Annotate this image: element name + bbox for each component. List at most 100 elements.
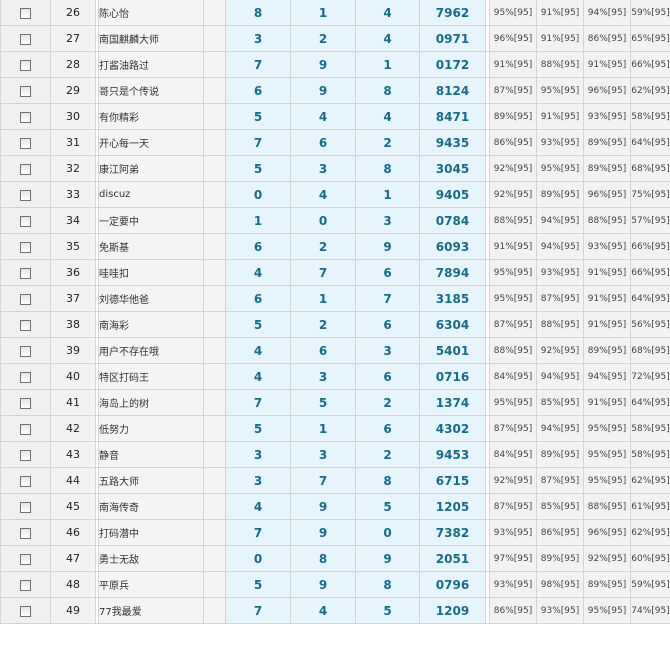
digit-cell: 2 <box>355 129 420 156</box>
table-row: 33 discuz 0 4 1 9405 92%[95] 89%[95] 96%[95] 75%[… <box>0 181 670 208</box>
rate-cell: 89%[95] <box>583 155 631 182</box>
row-select-cell <box>0 337 51 364</box>
rate-cell: 92%[95] <box>489 467 537 494</box>
digit-cell: 1 <box>290 285 356 312</box>
digit-cell: 4 <box>355 103 420 130</box>
spacer <box>203 285 226 312</box>
row-checkbox[interactable] <box>20 346 31 357</box>
rate-cell: 91%[95] <box>536 103 584 130</box>
row-number: 41 <box>50 389 96 416</box>
user-name: 勇士无敌 <box>98 545 204 572</box>
user-name: 平原兵 <box>98 571 204 598</box>
digit-cell: 9 <box>290 571 356 598</box>
digit-cell: 5 <box>225 311 291 338</box>
table-row: 29 哥只是个传说 6 9 8 8124 87%[95] 95%[95] 96%[95] 62%[… <box>0 77 670 104</box>
rate-cell: 89%[95] <box>536 181 584 208</box>
digit-cell: 6 <box>355 259 420 286</box>
row-checkbox[interactable] <box>20 528 31 539</box>
row-checkbox[interactable] <box>20 476 31 487</box>
row-checkbox[interactable] <box>20 424 31 435</box>
number-code: 6715 <box>419 467 486 494</box>
user-name: 一定要中 <box>98 207 204 234</box>
row-checkbox[interactable] <box>20 216 31 227</box>
row-checkbox[interactable] <box>20 294 31 305</box>
row-checkbox[interactable] <box>20 242 31 253</box>
rate-cell: 60%[95] <box>630 545 670 572</box>
rate-cell: 89%[95] <box>489 103 537 130</box>
row-checkbox[interactable] <box>20 372 31 383</box>
row-checkbox[interactable] <box>20 450 31 461</box>
number-code: 1209 <box>419 597 486 624</box>
rate-cell: 94%[95] <box>583 363 631 390</box>
rate-cell: 95%[95] <box>489 285 537 312</box>
digit-cell: 3 <box>355 207 420 234</box>
user-name: discuz <box>98 181 204 208</box>
rate-cell: 87%[95] <box>536 467 584 494</box>
user-name: 打酱油路过 <box>98 51 204 78</box>
row-checkbox[interactable] <box>20 554 31 565</box>
row-number: 43 <box>50 441 96 468</box>
row-select-cell <box>0 233 51 260</box>
digit-cell: 6 <box>290 337 356 364</box>
rate-cell: 95%[95] <box>489 389 537 416</box>
rate-cell: 62%[95] <box>630 77 670 104</box>
digit-cell: 9 <box>355 545 420 572</box>
row-checkbox[interactable] <box>20 86 31 97</box>
digit-cell: 5 <box>225 415 291 442</box>
row-select-cell <box>0 259 51 286</box>
digit-cell: 4 <box>225 493 291 520</box>
rate-cell: 92%[95] <box>489 155 537 182</box>
number-code: 7962 <box>419 0 486 26</box>
rate-cell: 58%[95] <box>630 103 670 130</box>
user-name: 刘德华他爸 <box>98 285 204 312</box>
row-checkbox[interactable] <box>20 398 31 409</box>
digit-cell: 6 <box>355 311 420 338</box>
rate-cell: 89%[95] <box>583 571 631 598</box>
digit-cell: 5 <box>290 389 356 416</box>
spacer <box>203 259 226 286</box>
digit-cell: 4 <box>225 363 291 390</box>
number-code: 8124 <box>419 77 486 104</box>
rate-cell: 93%[95] <box>536 259 584 286</box>
rate-cell: 95%[95] <box>583 441 631 468</box>
rate-cell: 93%[95] <box>489 519 537 546</box>
row-checkbox[interactable] <box>20 60 31 71</box>
row-checkbox[interactable] <box>20 580 31 591</box>
digit-cell: 7 <box>290 259 356 286</box>
rate-cell: 68%[95] <box>630 155 670 182</box>
digit-cell: 6 <box>290 129 356 156</box>
digit-cell: 9 <box>290 77 356 104</box>
table-row: 49 77我最爱 7 4 5 1209 86%[95] 93%[95] 95%[95] 74%[9… <box>0 597 670 624</box>
rate-cell: 94%[95] <box>536 207 584 234</box>
row-checkbox[interactable] <box>20 8 31 19</box>
spacer <box>203 103 226 130</box>
row-checkbox[interactable] <box>20 34 31 45</box>
digit-cell: 7 <box>355 285 420 312</box>
table-row: 39 用户不存在哦 4 6 3 5401 88%[95] 92%[95] 89%[95] 68%[… <box>0 337 670 364</box>
digit-cell: 6 <box>225 233 291 260</box>
rate-cell: 85%[95] <box>536 389 584 416</box>
number-code: 8471 <box>419 103 486 130</box>
row-number: 39 <box>50 337 96 364</box>
table-row: 36 哇哇扣 4 7 6 7894 95%[95] 93%[95] 91%[95] 66%[95] <box>0 259 670 286</box>
digit-cell: 8 <box>225 0 291 26</box>
row-checkbox[interactable] <box>20 268 31 279</box>
row-select-cell <box>0 545 51 572</box>
row-checkbox[interactable] <box>20 320 31 331</box>
row-checkbox[interactable] <box>20 190 31 201</box>
row-checkbox[interactable] <box>20 138 31 149</box>
digit-cell: 1 <box>290 415 356 442</box>
rate-cell: 68%[95] <box>630 337 670 364</box>
row-checkbox[interactable] <box>20 164 31 175</box>
digit-cell: 2 <box>355 389 420 416</box>
digit-cell: 7 <box>225 51 291 78</box>
number-code: 0796 <box>419 571 486 598</box>
row-checkbox[interactable] <box>20 606 31 617</box>
rate-cell: 88%[95] <box>536 311 584 338</box>
digit-cell: 2 <box>290 311 356 338</box>
rate-cell: 58%[95] <box>630 441 670 468</box>
row-checkbox[interactable] <box>20 502 31 513</box>
user-name: 南海传奇 <box>98 493 204 520</box>
row-checkbox[interactable] <box>20 112 31 123</box>
rate-cell: 58%[95] <box>630 415 670 442</box>
